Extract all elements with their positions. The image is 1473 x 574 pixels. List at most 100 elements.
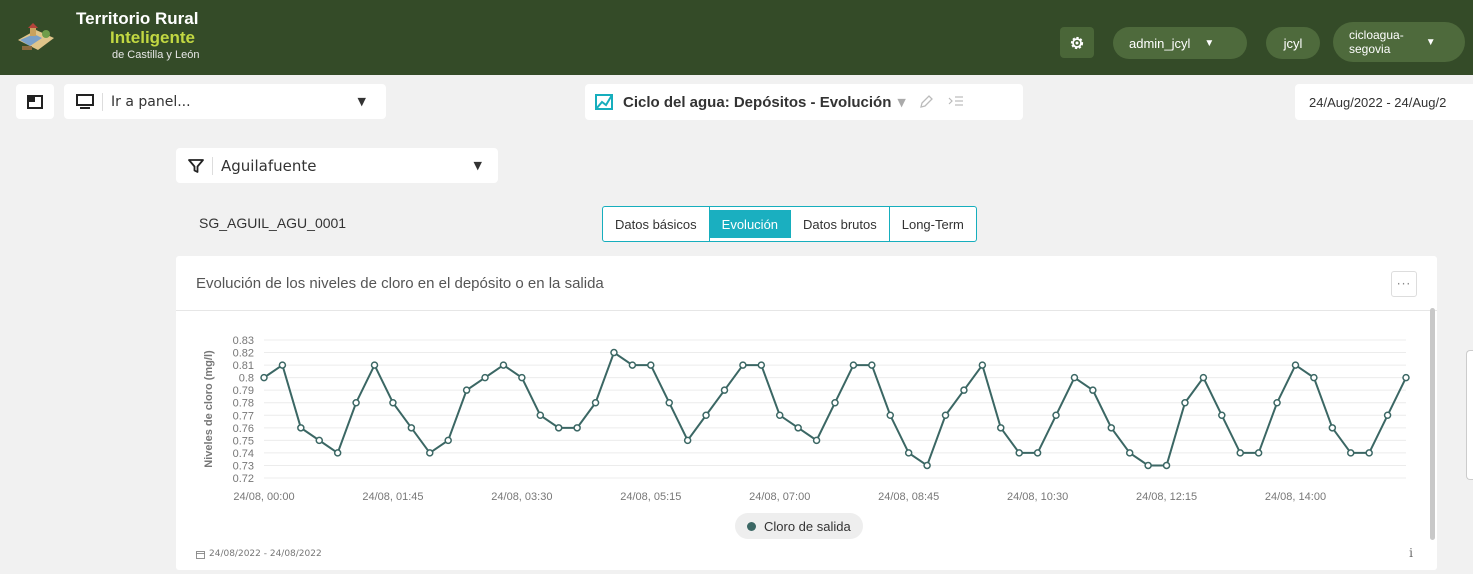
pencil-icon[interactable] bbox=[918, 94, 934, 110]
data-point bbox=[923, 461, 931, 470]
gear-icon bbox=[1070, 36, 1084, 49]
series-line bbox=[263, 350, 1407, 468]
x-tick-label: 24/08, 01:45 bbox=[362, 491, 423, 502]
data-point bbox=[315, 436, 324, 445]
data-point bbox=[444, 436, 452, 445]
sidebar-toggle-button[interactable] bbox=[16, 84, 54, 119]
y-tick-label: 0.83 bbox=[233, 335, 254, 347]
data-point bbox=[554, 424, 563, 432]
brand-line-1: Territorio Rural bbox=[76, 9, 199, 28]
dashboard-title[interactable]: Ciclo del agua: Depósitos - Evolución bbox=[623, 94, 891, 111]
date-range-picker[interactable]: 24/Aug/2022 - 24/Aug/2 bbox=[1295, 84, 1473, 120]
location-filter[interactable]: Aguilafuente ▼ bbox=[176, 148, 498, 183]
namespace-line-2: segovia bbox=[1349, 42, 1391, 56]
panel-placeholder: Ir a panel... bbox=[111, 93, 191, 110]
data-point bbox=[1052, 411, 1060, 420]
y-tick-label: 0.79 bbox=[233, 385, 254, 397]
y-tick-label: 0.82 bbox=[233, 348, 254, 360]
y-tick-label: 0.76 bbox=[233, 423, 254, 435]
brand[interactable]: Territorio Rural Inteligente de Castilla… bbox=[76, 10, 199, 61]
y-tick-label: 0.72 bbox=[233, 473, 254, 485]
data-point bbox=[978, 361, 987, 369]
data-point bbox=[297, 424, 305, 432]
namespace-menu[interactable]: cicloagua- segovia ▼ bbox=[1333, 22, 1465, 62]
data-point bbox=[794, 424, 802, 432]
brand-line-3: de Castilla y León bbox=[112, 49, 200, 61]
data-point bbox=[628, 361, 637, 369]
data-point bbox=[1291, 361, 1300, 369]
legend-item[interactable]: Cloro de salida bbox=[735, 513, 863, 539]
namespace-name: cicloagua- segovia bbox=[1349, 28, 1404, 56]
x-tick-label: 24/08, 03:30 bbox=[491, 491, 552, 502]
data-point bbox=[370, 361, 379, 369]
tab-datos-basicos[interactable]: Datos básicos bbox=[603, 207, 710, 241]
chevron-down-icon[interactable]: ▼ bbox=[897, 96, 905, 109]
y-tick-label: 0.75 bbox=[233, 435, 254, 447]
data-point bbox=[1236, 449, 1244, 457]
data-point bbox=[407, 424, 416, 432]
tab-evolucion[interactable]: Evolución bbox=[709, 210, 792, 238]
card-footer-date: 24/08/2022 - 24/08/2022 bbox=[196, 549, 322, 559]
data-point bbox=[426, 449, 434, 457]
data-point bbox=[1328, 424, 1337, 432]
logo-icon bbox=[18, 23, 54, 50]
data-point bbox=[610, 348, 618, 357]
user-menu[interactable]: admin_jcyl ▼ bbox=[1113, 27, 1247, 59]
divider bbox=[212, 156, 213, 175]
data-point bbox=[1365, 449, 1373, 457]
data-point bbox=[775, 411, 784, 420]
data-point bbox=[352, 398, 360, 407]
tab-datos-brutos[interactable]: Datos brutos bbox=[791, 207, 890, 241]
chevron-down-icon: ▼ bbox=[473, 159, 482, 172]
data-point bbox=[1310, 373, 1318, 382]
data-point bbox=[886, 411, 895, 420]
scrollbar[interactable] bbox=[1430, 308, 1435, 540]
data-point bbox=[260, 373, 268, 382]
legend-marker bbox=[747, 521, 756, 531]
chevron-down-icon: ▼ bbox=[1425, 36, 1436, 48]
data-point bbox=[1070, 373, 1079, 382]
dashboard-title-bar: Ciclo del agua: Depósitos - Evolución ▼ bbox=[585, 84, 1023, 120]
data-point bbox=[481, 373, 489, 382]
x-tick-label: 24/08, 12:15 bbox=[1136, 491, 1197, 502]
legend-label: Cloro de salida bbox=[764, 518, 851, 534]
x-tick-label: 24/08, 10:30 bbox=[1007, 491, 1068, 502]
data-point bbox=[941, 411, 950, 420]
card-title: Evolución de los niveles de cloro en el … bbox=[196, 275, 604, 292]
card-header: Evolución de los niveles de cloro en el … bbox=[176, 256, 1437, 311]
x-tick-label: 24/08, 08:45 bbox=[878, 491, 939, 502]
organization-button[interactable]: jcyl bbox=[1266, 27, 1320, 59]
list-indent-icon[interactable] bbox=[948, 95, 964, 109]
side-panel-handle[interactable] bbox=[1466, 350, 1473, 480]
footer-date-text: 24/08/2022 - 24/08/2022 bbox=[209, 549, 322, 559]
y-tick-label: 0.74 bbox=[233, 448, 254, 460]
date-range-text: 24/Aug/2022 - 24/Aug/2 bbox=[1309, 94, 1447, 110]
data-point bbox=[1107, 424, 1116, 432]
y-tick-label: 0.78 bbox=[233, 398, 254, 410]
y-tick-label: 0.73 bbox=[233, 460, 254, 472]
info-icon[interactable]: i bbox=[1409, 546, 1413, 560]
data-point bbox=[333, 449, 342, 457]
more-options-button[interactable]: ··· bbox=[1391, 271, 1417, 297]
data-point bbox=[573, 424, 581, 432]
data-point bbox=[278, 361, 287, 369]
data-point bbox=[1089, 386, 1097, 394]
data-point bbox=[831, 398, 839, 407]
panel-selector[interactable]: Ir a panel... ▼ bbox=[64, 84, 386, 119]
dashboard-icon bbox=[595, 94, 613, 110]
data-point bbox=[1218, 411, 1226, 420]
tab-long-term[interactable]: Long-Term bbox=[890, 207, 976, 241]
data-point bbox=[1181, 398, 1189, 407]
data-point bbox=[812, 436, 821, 445]
data-point bbox=[739, 361, 747, 369]
calendar-icon bbox=[196, 550, 205, 559]
data-point bbox=[1273, 398, 1281, 407]
data-point bbox=[1015, 449, 1023, 457]
sidebar-icon bbox=[27, 94, 43, 109]
chevron-down-icon: ▼ bbox=[357, 95, 366, 108]
data-point bbox=[904, 449, 913, 457]
data-point bbox=[462, 386, 471, 394]
filter-value: Aguilafuente bbox=[221, 156, 317, 175]
settings-button[interactable] bbox=[1060, 27, 1094, 58]
data-point bbox=[1402, 373, 1410, 382]
